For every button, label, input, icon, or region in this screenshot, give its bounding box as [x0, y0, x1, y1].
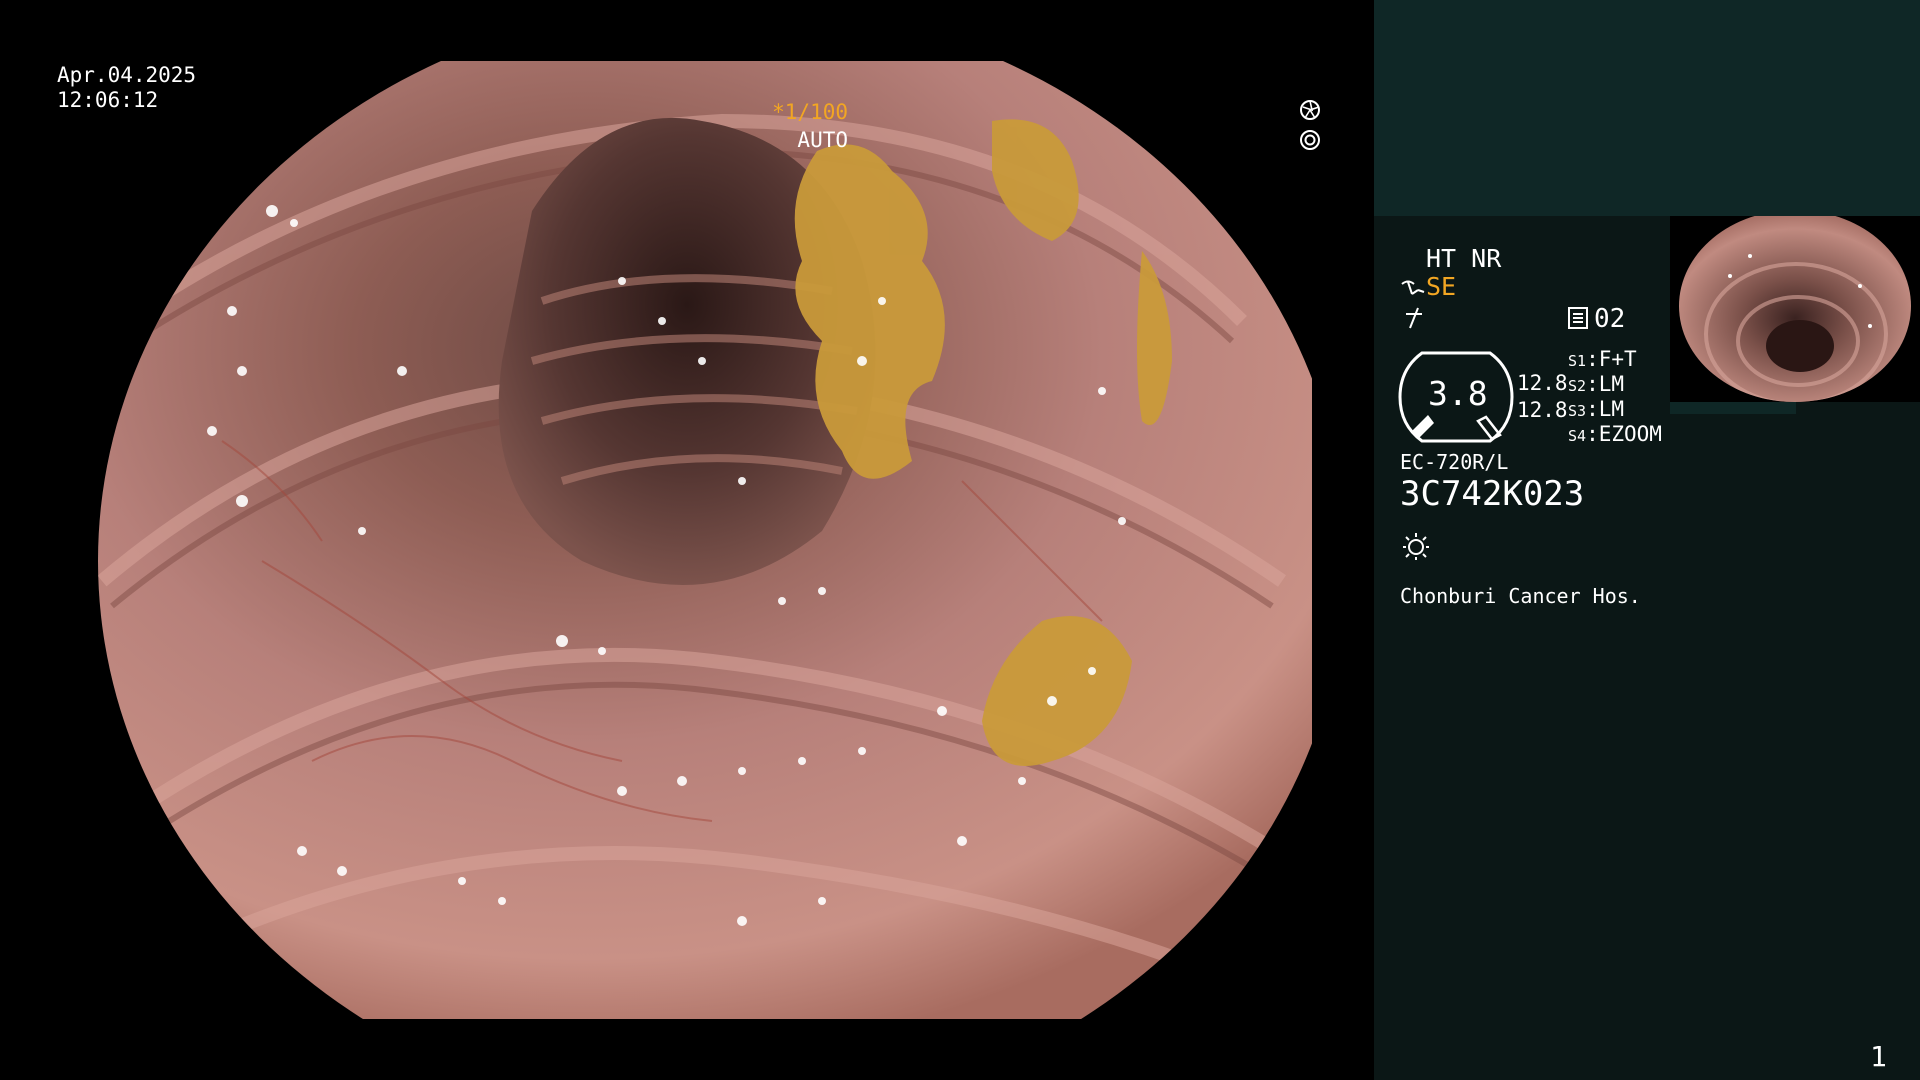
iris-mode: AUTO [797, 128, 848, 152]
scope-serial-number: 3C742K023 [1400, 474, 1585, 514]
color-mode-text: HT NR [1426, 244, 1502, 273]
shutter-speed: *1/100 [772, 100, 848, 124]
thumbnail-caption-bar [1670, 402, 1796, 414]
thumbnail-image [1679, 216, 1911, 402]
panel-header-area [1374, 0, 1920, 216]
exam-time: 12:06:12 [57, 88, 159, 112]
switch-key: S2 [1568, 377, 1587, 395]
switch-value: EZOOM [1598, 422, 1662, 446]
memory-icon [1568, 307, 1588, 329]
switch-row: S2:LM [1568, 372, 1625, 396]
memory-number: 02 [1594, 304, 1626, 334]
hospital-name: Chonburi Cancer Hos. [1400, 584, 1641, 608]
shutter-icon [1300, 100, 1320, 120]
scope-model: EC-720R/L [1400, 450, 1509, 474]
parameter-value-2: 12.8 [1517, 398, 1568, 422]
page-number: 1 [1870, 1040, 1887, 1073]
switch-key: S4 [1568, 427, 1587, 445]
parameter-value-1: 12.8 [1517, 371, 1568, 395]
endoscopic-image [62, 61, 1312, 1019]
iris-icon [1300, 130, 1320, 150]
endoscopy-screen: Apr.04.2025 12:06:12 *1/100 AUTO HT NR S… [0, 0, 1920, 1080]
enhancement-icon [1406, 307, 1422, 329]
light-icon [1403, 533, 1429, 560]
switch-row: S3:LM [1568, 397, 1625, 421]
structure-enhancement-text: SE [1426, 272, 1457, 301]
gauge-value: 3.8 [1428, 374, 1488, 413]
switch-value: LM [1598, 372, 1625, 396]
switch-key: S3 [1568, 402, 1587, 420]
switch-key: S1 [1568, 352, 1587, 370]
thumbnail-preview[interactable] [1670, 216, 1920, 402]
video-area: Apr.04.2025 12:06:12 *1/100 AUTO [0, 0, 1374, 1080]
switch-value: F+T [1598, 347, 1637, 371]
switch-row: S1:F+T [1568, 347, 1637, 371]
exam-date: Apr.04.2025 [57, 63, 197, 87]
se-icon [1401, 280, 1425, 295]
info-panel: HT NR SE 02 3.8 12.8 12.8 S1:F+T S2:LM S… [1374, 0, 1920, 1080]
switch-value: LM [1598, 397, 1625, 421]
switch-row: S4:EZOOM [1568, 422, 1662, 446]
